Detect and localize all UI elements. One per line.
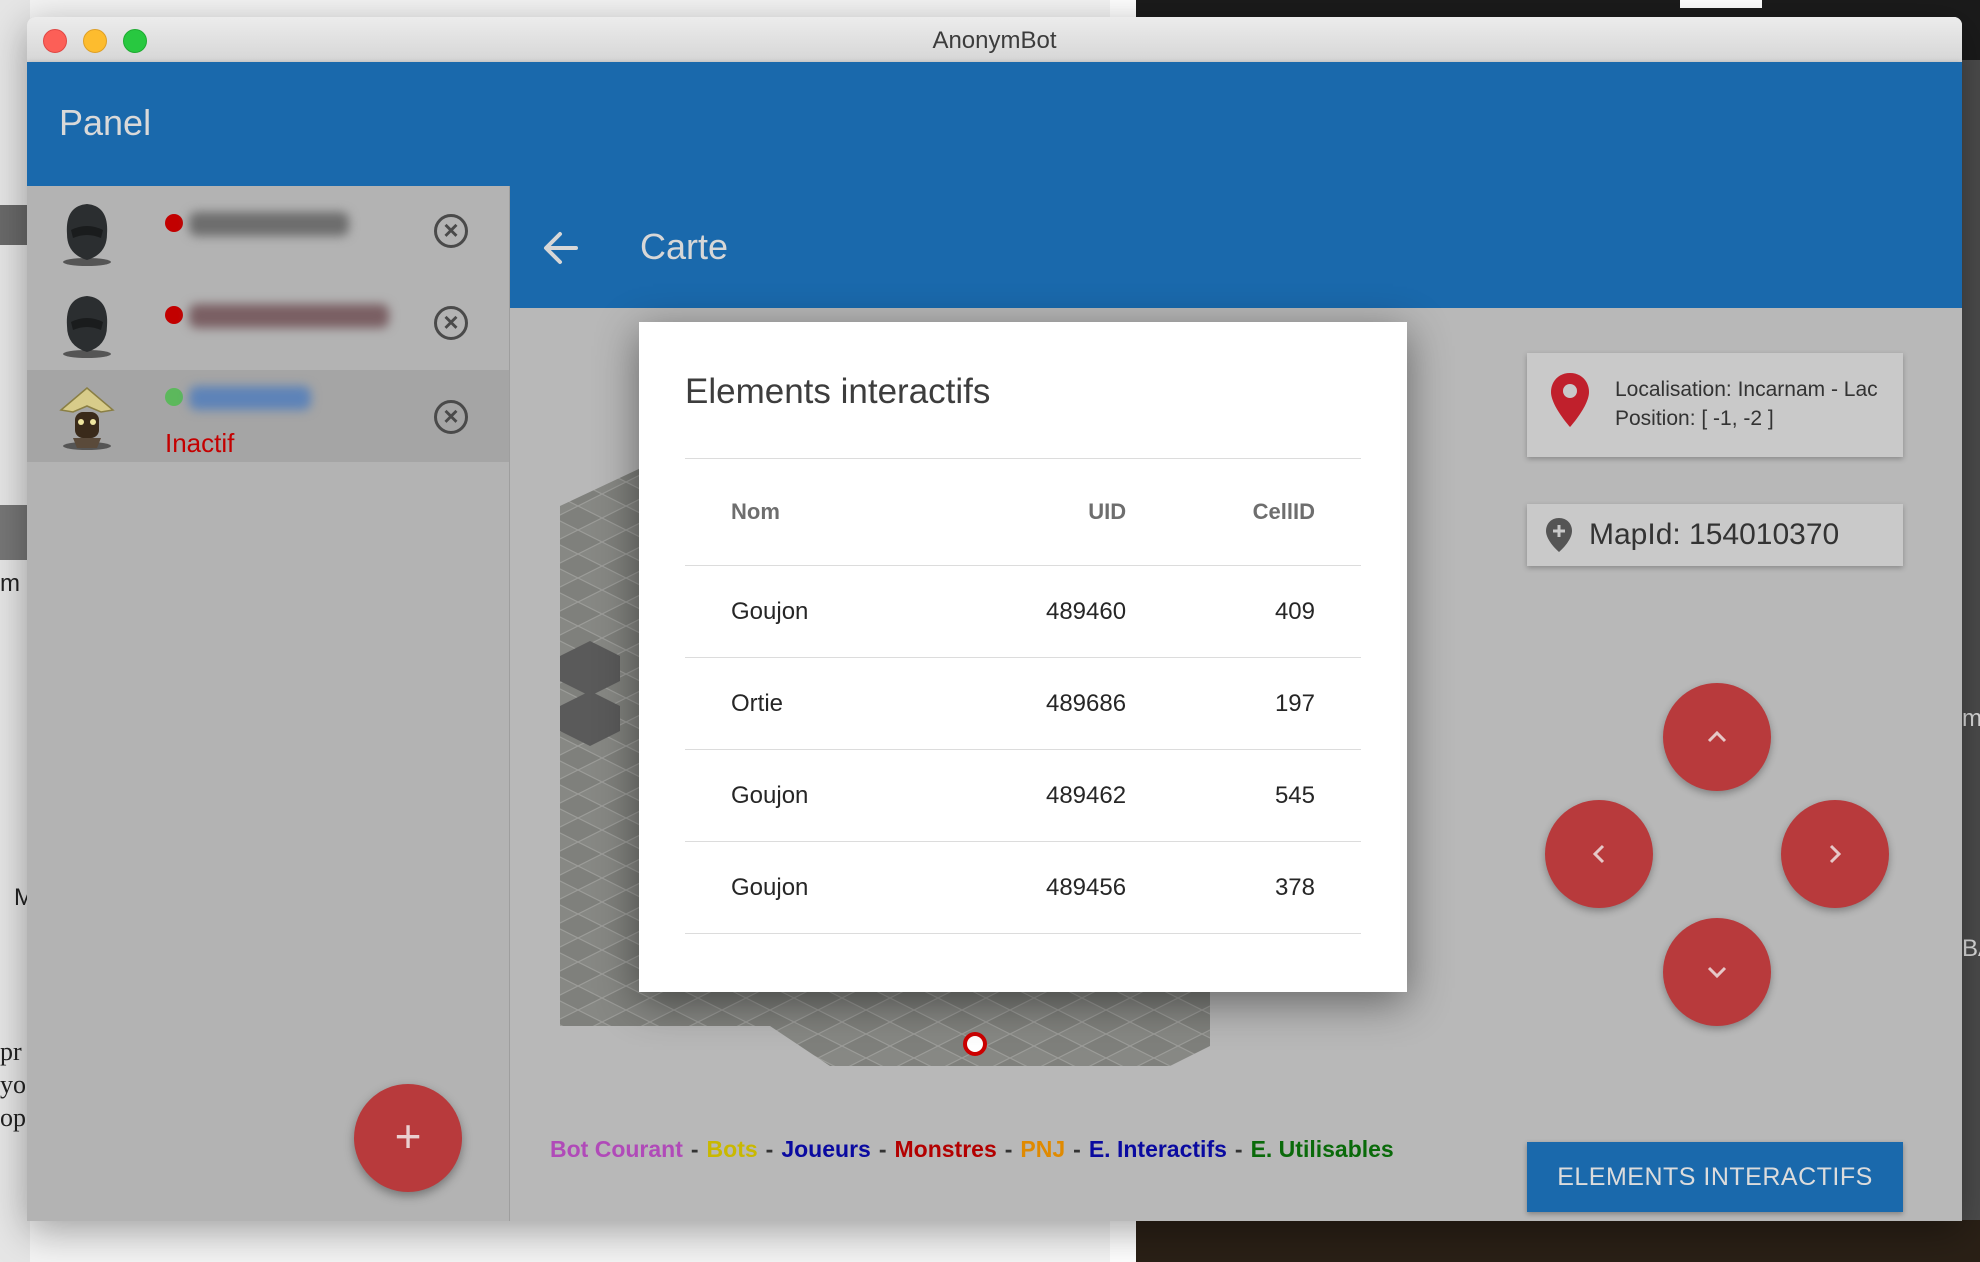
chevron-up-icon — [1707, 730, 1727, 743]
legend-item: Monstres — [894, 1136, 997, 1162]
app-title: Panel — [59, 102, 152, 143]
cell-uid: 489462 — [952, 749, 1127, 842]
background-text: m — [0, 570, 20, 597]
location-card: Localisation: Incarnam - Lac Position: [… — [1527, 353, 1903, 457]
desktop-background-bottom — [1136, 1220, 1980, 1262]
cell-cellid: 545 — [1126, 749, 1361, 842]
background-text: ma — [1962, 705, 1980, 732]
bot-name-blurred — [189, 212, 349, 236]
interactive-elements-dialog: Elements interactifs Nom UID CellID Gouj… — [639, 322, 1407, 992]
legend-separator: - — [690, 1136, 699, 1162]
remove-bot-button[interactable]: × — [434, 214, 468, 248]
bot-name-blurred — [189, 304, 389, 328]
legend-separator: - — [1004, 1136, 1013, 1162]
cell-uid: 489460 — [952, 565, 1127, 658]
legend-separator: - — [878, 1136, 887, 1162]
legend-item: E. Utilisables — [1250, 1136, 1394, 1162]
remove-bot-button[interactable]: × — [434, 400, 468, 434]
position-text: Position: [ -1, -2 ] — [1615, 407, 1774, 430]
table-row[interactable]: Goujon 489456 378 — [685, 841, 1361, 934]
legend-separator: - — [765, 1136, 774, 1162]
add-bot-button[interactable]: + — [354, 1084, 462, 1192]
cell-nom: Goujon — [685, 749, 953, 842]
current-bot-marker — [963, 1032, 987, 1056]
map-header: Carte — [510, 186, 1962, 308]
cell-cellid: 409 — [1126, 565, 1361, 658]
cell-nom: Ortie — [685, 657, 953, 750]
bot-avatar — [63, 296, 111, 358]
bot-list-item-active[interactable]: Inactif × — [27, 370, 509, 462]
background-element — [1680, 0, 1762, 8]
app-header: Panel — [27, 62, 1962, 186]
move-up-button[interactable] — [1663, 683, 1771, 791]
window-title: AnonymBot — [932, 27, 1057, 54]
chevron-right-icon — [1829, 844, 1842, 864]
move-right-button[interactable] — [1781, 800, 1889, 908]
background-document-text: pr yo op — [0, 1037, 26, 1132]
legend-item: Bot Courant — [550, 1136, 683, 1162]
bot-avatar — [63, 204, 111, 266]
bot-list-item[interactable]: × — [27, 186, 509, 278]
bot-list-item[interactable]: × — [27, 278, 509, 370]
move-left-button[interactable] — [1545, 800, 1653, 908]
location-text: Localisation: Incarnam - Lac — [1615, 378, 1878, 401]
map-title: Carte — [640, 226, 729, 267]
bot-status-label: Inactif — [165, 428, 235, 458]
legend-item: Joueurs — [781, 1136, 871, 1162]
table-header-row: Nom UID CellID — [685, 458, 1361, 566]
bot-status-dot — [165, 388, 183, 406]
legend-item: E. Interactifs — [1088, 1136, 1227, 1162]
background-window-edge-right — [1962, 60, 1980, 1220]
background-window-toolbar — [0, 205, 30, 245]
dialog-title: Elements interactifs — [685, 372, 991, 411]
legend-separator: - — [1234, 1136, 1243, 1162]
bot-avatar — [59, 387, 115, 450]
table-row[interactable]: Goujon 489460 409 — [685, 565, 1361, 658]
location-pin-icon — [1551, 373, 1589, 427]
mapid-text: MapId: 154010370 — [1589, 518, 1840, 551]
map-legend: Bot Courant - Bots - Joueurs - Monstres - PNJ - E.… — [550, 1136, 1394, 1163]
cell-cellid: 378 — [1126, 841, 1361, 934]
back-arrow-icon[interactable] — [542, 230, 580, 266]
cell-nom: Goujon — [685, 841, 953, 934]
column-header-cellid[interactable]: CellID — [1126, 458, 1361, 566]
column-header-nom[interactable]: Nom — [685, 458, 953, 566]
legend-separator: - — [1073, 1136, 1081, 1162]
window-titlebar[interactable]: AnonymBot — [27, 17, 1962, 63]
interactive-elements-table: Nom UID CellID Goujon 489460 409 Ortie 4… — [685, 458, 1361, 934]
move-down-button[interactable] — [1663, 918, 1771, 1026]
column-header-uid[interactable]: UID — [952, 458, 1127, 566]
bot-name-blurred — [189, 386, 311, 410]
legend-item: PNJ — [1020, 1136, 1066, 1162]
table-row[interactable]: Goujon 489462 545 — [685, 749, 1361, 842]
app-window: AnonymBot Panel × × Inactif × + Carte Bo… — [27, 17, 1962, 1221]
cell-uid: 489686 — [952, 657, 1127, 750]
add-location-icon — [1546, 518, 1572, 552]
bot-sidebar: × × Inactif × + — [27, 186, 510, 1221]
chevron-left-icon — [1592, 844, 1605, 864]
cell-uid: 489456 — [952, 841, 1127, 934]
bot-status-dot — [165, 306, 183, 324]
table-row[interactable]: Ortie 489686 197 — [685, 657, 1361, 750]
cell-cellid: 197 — [1126, 657, 1361, 750]
background-text: BA — [1962, 935, 1980, 962]
legend-item: Bots — [706, 1136, 758, 1162]
background-window-toolbar — [0, 505, 30, 560]
chevron-down-icon — [1707, 966, 1727, 979]
cell-nom: Goujon — [685, 565, 953, 658]
elements-interactifs-button[interactable]: ELEMENTS INTERACTIFS — [1527, 1142, 1903, 1212]
remove-bot-button[interactable]: × — [434, 306, 468, 340]
bot-status-dot — [165, 214, 183, 232]
mapid-card: MapId: 154010370 — [1527, 504, 1903, 566]
